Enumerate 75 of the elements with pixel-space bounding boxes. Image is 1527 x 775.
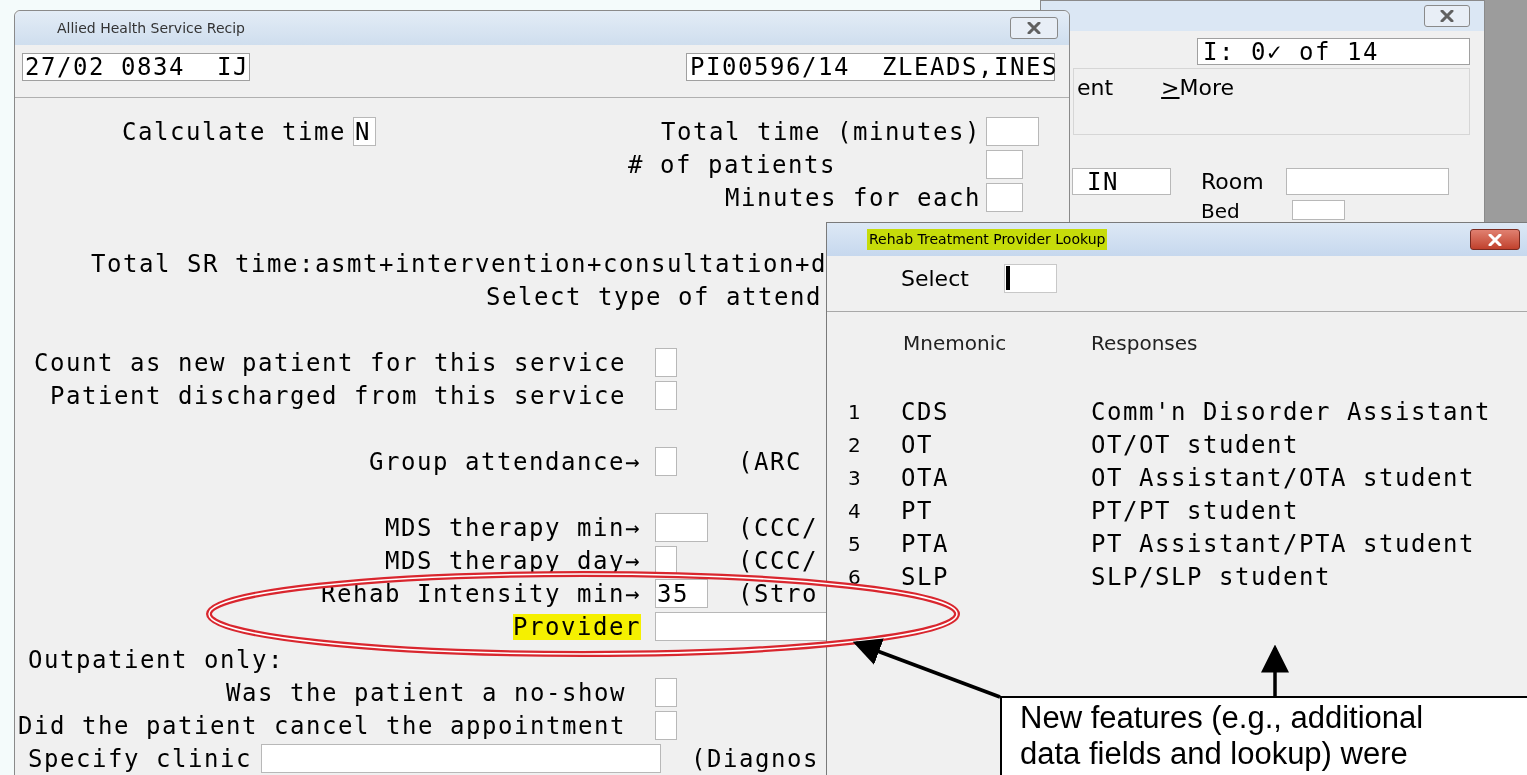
column-header: Mnemonic <box>903 330 1008 357</box>
window-title: Allied Health Service Recip <box>57 18 245 38</box>
row-number: 6 <box>848 563 862 591</box>
response-cell-text: PT Assistant/PTA student <box>1091 528 1475 560</box>
close-icon <box>1440 10 1454 22</box>
field-label: MDS therapy min→ <box>385 514 641 541</box>
input-field[interactable] <box>986 117 1039 146</box>
input-field[interactable] <box>261 744 661 773</box>
close-button[interactable] <box>1010 17 1058 39</box>
field-label: Select type of attend <box>486 281 822 313</box>
input-field[interactable] <box>986 183 1023 212</box>
more-link[interactable]: >More <box>1161 71 1235 104</box>
field-label: Total time (minutes) <box>661 116 981 148</box>
select-label: Select <box>901 264 969 293</box>
close-icon <box>1027 22 1041 34</box>
close-icon <box>1488 233 1502 246</box>
checkbox[interactable] <box>655 381 677 410</box>
checkbox[interactable] <box>655 711 677 740</box>
field-label: # of patients <box>628 150 836 179</box>
input-field[interactable]: N <box>353 117 376 146</box>
field-label: Group attendance→ <box>369 448 641 475</box>
response-cell-text: SLP/SLP student <box>1091 561 1331 593</box>
mnemonic-cell-text: SLP <box>901 561 950 593</box>
field-label: Calculate time <box>122 116 346 148</box>
field-label: Did the patient cancel the appointment <box>18 710 626 742</box>
text-cursor <box>1005 266 1010 290</box>
row-number: 5 <box>848 530 862 558</box>
mnemonic-cell-text: OTA <box>901 462 950 494</box>
row-number: 3 <box>848 464 862 492</box>
response-cell-text: OT/OT student <box>1091 429 1299 461</box>
checkbox[interactable] <box>655 678 677 707</box>
checkbox[interactable] <box>655 348 677 377</box>
field-label: MDS therapy day→ <box>385 547 641 574</box>
input-field[interactable]: 35 <box>655 579 708 608</box>
field-label: Bed <box>1201 200 1240 222</box>
close-button[interactable] <box>1470 229 1520 250</box>
field-note: (Stro <box>738 579 818 608</box>
dialog-title: Rehab Treatment Provider Lookup <box>867 229 1108 250</box>
close-button[interactable] <box>1424 5 1470 27</box>
input-field[interactable] <box>1291 200 1345 220</box>
field-note: (CCC/ <box>738 546 818 575</box>
field-label: Patient discharged from this service <box>50 380 626 412</box>
date-time-field: 27/02 0834 IJ <box>22 53 250 81</box>
input-field[interactable] <box>986 150 1023 179</box>
field-label: Was the patient a no-show <box>226 677 626 709</box>
record-counter: I: 0✓ of 14 <box>1197 38 1470 65</box>
row-number: 2 <box>848 431 862 459</box>
section-label: Outpatient only: <box>28 644 284 676</box>
column-header: Responses <box>1091 330 1198 357</box>
input-field[interactable] <box>655 447 677 476</box>
response-cell-text: OT Assistant/OTA student <box>1091 462 1475 494</box>
field-note: (ARC <box>738 447 802 476</box>
response-cell-text: Comm'n Disorder Assistant <box>1091 396 1491 428</box>
callout-text: New features (e.g., additional data fields and lookup) were <box>1020 700 1425 772</box>
field-label: Provider <box>513 613 641 640</box>
row-number: 1 <box>848 398 862 426</box>
mnemonic-cell-text: PTA <box>901 528 950 560</box>
response-cell-text: PT/PT student <box>1091 495 1299 527</box>
field-label: Minutes for each <box>725 182 981 214</box>
mnemonic-cell-text: CDS <box>901 396 950 428</box>
field-label: Specify clinic <box>28 743 252 775</box>
menu-item[interactable]: ent <box>1077 71 1114 104</box>
field-label: Room <box>1201 168 1264 196</box>
field-note: (Diagnos <box>691 744 819 773</box>
patient-field: PI00596/14 ZLEADS,INES <box>686 53 1055 81</box>
input-field[interactable] <box>655 513 708 542</box>
field-label: Count as new patient for this service <box>34 347 626 379</box>
field-label: Total SR time:asmt+intervention+consultation+d <box>91 248 827 280</box>
input-field[interactable]: IN <box>1072 168 1171 195</box>
select-field[interactable] <box>1003 263 1057 293</box>
input-field[interactable] <box>1285 168 1449 195</box>
row-number: 4 <box>848 497 862 525</box>
mnemonic-cell-text: PT <box>901 495 934 527</box>
mnemonic-cell-text: OT <box>901 429 934 461</box>
field-note: (CCC/ <box>738 513 818 542</box>
